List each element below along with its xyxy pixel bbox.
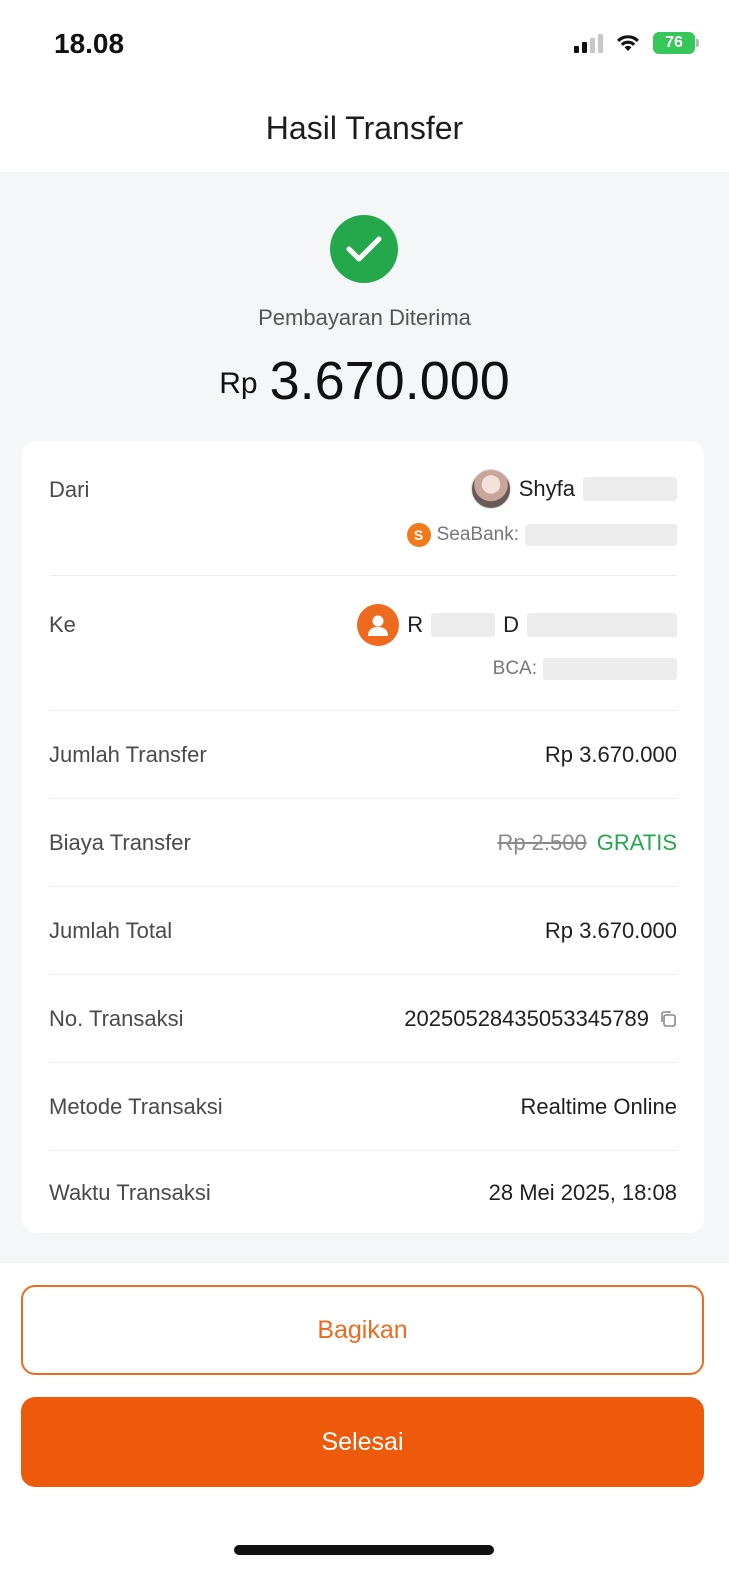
user-icon (357, 604, 400, 646)
redacted-block (525, 524, 677, 546)
transaction-no: 20250528435053345789 (404, 1006, 649, 1031)
transfer-amount-display: Rp 3.670.000 (0, 350, 729, 412)
payment-status: Pembayaran Diterima (258, 305, 471, 330)
to-label: Ke (49, 612, 76, 637)
redacted-block (431, 613, 496, 637)
row-method: Metode Transaksi Realtime Online (49, 1063, 677, 1151)
transfer-fee-value: Rp 2.500 GRATIS (497, 830, 677, 856)
battery-level: 76 (665, 34, 683, 51)
redacted-block (543, 658, 677, 680)
transfer-amount-label: Jumlah Transfer (49, 742, 207, 767)
done-button[interactable]: Selesai (21, 1397, 704, 1487)
sender-line: Shyfa (470, 469, 677, 509)
row-transfer-fee: Biaya Transfer Rp 2.500 GRATIS (49, 799, 677, 887)
method-value: Realtime Online (520, 1094, 677, 1119)
seabank-logo: S (406, 523, 431, 547)
transaction-details-card: Dari Shyfa S SeaBank: Ke R D BCA: Jumlah… (22, 441, 704, 1233)
wifi-icon (617, 35, 639, 51)
battery-icon: 76 (653, 32, 699, 54)
sender-name: Shyfa (518, 476, 575, 501)
redacted-block (527, 613, 677, 637)
row-to: Ke R D BCA: (49, 576, 677, 711)
transfer-amount-value: Rp 3.670.000 (544, 742, 677, 767)
transfer-fee-label: Biaya Transfer (49, 830, 191, 855)
cellular-signal-icon (574, 33, 603, 53)
row-time: Waktu Transaksi 28 Mei 2025, 18:08 (49, 1151, 677, 1233)
bottom-action-panel: Bagikan Selesai (0, 1263, 729, 1578)
total-amount-value: Rp 3.670.000 (544, 918, 677, 943)
recipient-name-part: D (503, 612, 519, 637)
time-value: 28 Mei 2025, 18:08 (488, 1180, 677, 1205)
share-button[interactable]: Bagikan (21, 1285, 704, 1375)
status-bar: 18.08 76 (0, 0, 729, 90)
copy-icon[interactable] (659, 1008, 677, 1034)
free-badge: GRATIS (596, 830, 677, 855)
sender-avatar (470, 469, 511, 509)
amount-value: 3.670.000 (269, 351, 510, 411)
transaction-no-label: No. Transaksi (49, 1006, 184, 1031)
check-circle-icon (330, 215, 398, 283)
original-fee: Rp 2.500 (497, 830, 587, 855)
time-label: Waktu Transaksi (49, 1180, 211, 1205)
amount-currency: Rp (219, 367, 258, 400)
from-label: Dari (49, 477, 90, 502)
row-total-amount: Jumlah Total Rp 3.670.000 (49, 887, 677, 975)
sender-bank: SeaBank: (436, 524, 519, 545)
method-label: Metode Transaksi (49, 1094, 223, 1119)
transaction-no-value: 20250528435053345789 (404, 1006, 677, 1034)
status-time: 18.08 (54, 28, 125, 59)
page-header: Hasil Transfer (0, 90, 729, 172)
recipient-line: R D (357, 604, 677, 646)
status-indicators: 76 (574, 32, 699, 54)
recipient-bank: BCA: (492, 658, 537, 679)
sender-bank-line: S SeaBank: (406, 523, 677, 547)
row-transfer-amount: Jumlah Transfer Rp 3.670.000 (49, 711, 677, 799)
page-title: Hasil Transfer (265, 110, 464, 146)
row-from: Dari Shyfa S SeaBank: (49, 441, 677, 576)
home-indicator[interactable] (234, 1545, 494, 1555)
recipient-name-start: R (407, 612, 424, 637)
recipient-bank-line: BCA: (493, 658, 677, 680)
total-amount-label: Jumlah Total (49, 918, 173, 943)
row-transaction-no: No. Transaksi 20250528435053345789 (49, 975, 677, 1063)
redacted-block (583, 477, 677, 501)
